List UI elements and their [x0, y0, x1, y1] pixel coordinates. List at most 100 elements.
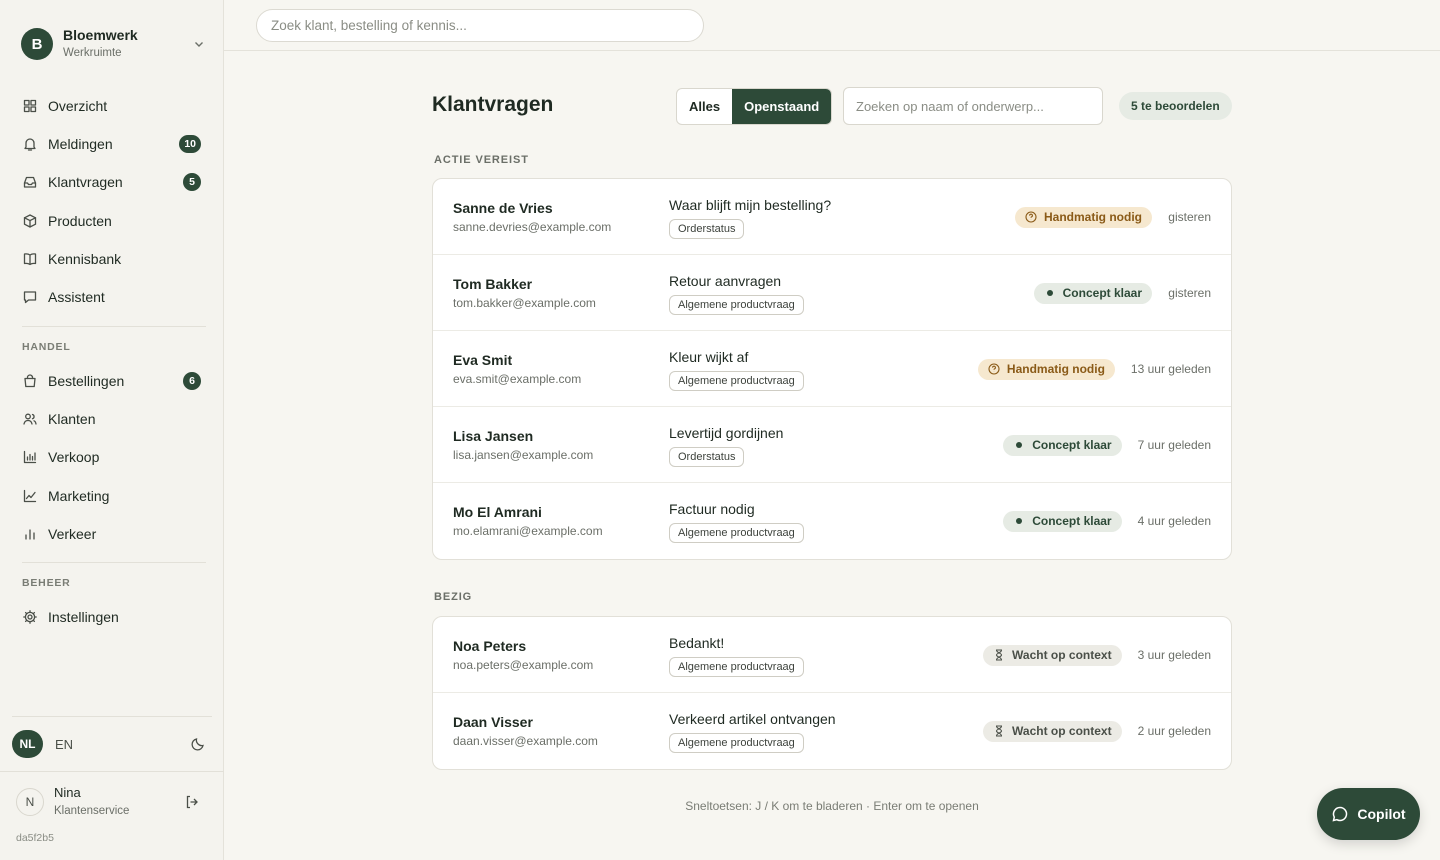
bell-icon: [24, 138, 36, 151]
user-name: Nina: [54, 785, 81, 800]
workspace-name: Bloemwerk: [63, 27, 138, 43]
copilot-button[interactable]: Copilot: [1317, 788, 1420, 840]
shortcut-hint: Sneltoetsen: J / K om te bladeren · Ente…: [685, 799, 979, 813]
lang-en-button[interactable]: EN: [55, 737, 73, 752]
inquiry-row[interactable]: Noa Peters noa.peters@example.com Bedankt!…: [433, 617, 1231, 693]
customer-email: noa.peters@example.com: [453, 658, 594, 672]
customer-email: mo.elamrani@example.com: [453, 524, 603, 538]
status-label: Wacht op context: [1012, 724, 1112, 738]
count-badge: 5: [183, 173, 201, 192]
customer-name: Daan Visser: [453, 714, 533, 730]
inquiry-subject: Levertijd gordijnen: [669, 425, 784, 441]
workspace-subtitle: Werkruimte: [63, 47, 122, 59]
inquiry-subject: Waar blijft mijn bestelling?: [669, 197, 832, 213]
status-dot: [1016, 518, 1023, 524]
sidebar-item-label: Assistent: [48, 289, 105, 305]
timestamp: gisteren: [1168, 210, 1211, 224]
global-search-input[interactable]: [256, 9, 704, 42]
inquiry-list-actie: Sanne de Vries sanne.devries@example.com W…: [432, 178, 1232, 560]
workspace-switcher[interactable]: B Bloemwerk Werkruimte: [21, 27, 207, 60]
help-circle-icon: [988, 363, 1000, 375]
sidebar-divider: [22, 562, 206, 563]
sidebar-item-verkeer[interactable]: Verkeer: [14, 518, 210, 550]
sidebar-item-instellingen[interactable]: Instellingen: [14, 601, 210, 633]
sidebar-item-label: Overzicht: [48, 98, 108, 114]
group-label-bezig: BEZIG: [434, 591, 473, 603]
timestamp: 3 uur geleden: [1137, 648, 1211, 662]
count-badge: 10: [179, 135, 201, 154]
category-tag: Algemene productvraag: [669, 295, 804, 315]
section-label-handel: HANDEL: [22, 341, 71, 353]
sidebar-item-meldingen[interactable]: Meldingen 10: [14, 128, 210, 160]
inquiry-row[interactable]: Eva Smit eva.smit@example.com Kleur wijkt …: [433, 331, 1231, 407]
inbox-icon: [23, 177, 37, 189]
lang-nl-button[interactable]: NL: [12, 730, 43, 758]
group-label-actie: ACTIE VEREIST: [434, 154, 529, 166]
chat-icon: [23, 291, 37, 304]
inquiry-row[interactable]: Lisa Jansen lisa.jansen@example.com Levert…: [433, 407, 1231, 483]
sidebar: B Bloemwerk Werkruimte Overzicht Meldinge…: [0, 0, 224, 860]
sidebar-item-label: Verkoop: [48, 449, 100, 466]
sidebar-divider: [0, 771, 224, 772]
sidebar-item-overzicht[interactable]: Overzicht: [14, 90, 210, 122]
filter-openstaand-button[interactable]: Openstaand: [732, 89, 832, 124]
build-hash: da5f2b5: [16, 832, 54, 844]
status-dot: [1016, 442, 1023, 448]
status-badge: Handmatig nodig: [977, 358, 1115, 380]
sidebar-item-label: Bestellingen: [48, 373, 125, 389]
user-profile: N Nina Klantenservice: [16, 784, 206, 820]
inquiry-row[interactable]: Sanne de Vries sanne.devries@example.com W…: [433, 179, 1231, 255]
category-tag: Orderstatus: [669, 219, 745, 239]
sidebar-item-verkoop[interactable]: Verkoop: [14, 441, 210, 473]
status-badge: Wacht op context: [983, 720, 1122, 742]
stats-icon: [25, 529, 35, 540]
filter-alles-button[interactable]: Alles: [677, 89, 732, 124]
sidebar-item-label: Marketing: [48, 487, 110, 504]
status-badge: Concept klaar: [1003, 510, 1122, 532]
bag-icon: [24, 374, 36, 388]
moon-icon[interactable]: [190, 736, 206, 752]
category-tag: Algemene productvraag: [669, 657, 804, 677]
inquiry-row[interactable]: Daan Visser daan.visser@example.com Verkee…: [433, 693, 1231, 769]
timestamp: gisteren: [1168, 286, 1211, 300]
users-icon: [23, 413, 37, 425]
sidebar-item-label: Verkeer: [48, 525, 97, 542]
sidebar-item-assistent[interactable]: Assistent: [14, 281, 210, 313]
status-label: Handmatig nodig: [1044, 210, 1142, 224]
sidebar-item-klanten[interactable]: Klanten: [14, 403, 210, 435]
inquiry-subject: Kleur wijkt af: [669, 349, 749, 365]
sidebar-item-producten[interactable]: Producten: [14, 205, 210, 237]
sidebar-item-marketing[interactable]: Marketing: [14, 480, 210, 512]
chat-bubble-icon: [1332, 806, 1348, 822]
sidebar-item-kennisbank[interactable]: Kennisbank: [14, 243, 210, 275]
sidebar-item-klantvragen[interactable]: Klantvragen 5: [14, 166, 210, 198]
logout-icon[interactable]: [184, 794, 200, 810]
line-chart-icon: [23, 489, 37, 502]
book-icon: [23, 253, 37, 265]
list-search-input[interactable]: [843, 87, 1103, 125]
inquiry-row[interactable]: Tom Bakker tom.bakker@example.com Retour a…: [433, 255, 1231, 331]
status-label: Handmatig nodig: [1006, 362, 1105, 376]
sidebar-item-label: Klantvragen: [48, 174, 123, 191]
user-role: Klantenservice: [54, 805, 130, 817]
status-badge: Concept klaar: [1003, 434, 1122, 456]
sidebar-item-label: Producten: [48, 212, 112, 229]
copilot-label: Copilot: [1357, 806, 1406, 822]
sidebar-item-bestellingen[interactable]: Bestellingen 6: [14, 365, 210, 397]
inquiry-subject: Bedankt!: [669, 635, 725, 651]
inquiry-row[interactable]: Mo El Amrani mo.elamrani@example.com Factu…: [433, 483, 1231, 559]
gear-icon: [23, 610, 37, 624]
sidebar-item-label: Meldingen: [48, 136, 113, 153]
sidebar-item-label: Klanten: [48, 411, 96, 428]
timestamp: 2 uur geleden: [1137, 724, 1211, 738]
customer-name: Eva Smit: [453, 352, 513, 368]
customer-name: Sanne de Vries: [453, 200, 553, 216]
category-tag: Algemene productvraag: [669, 371, 804, 391]
status-badge: Concept klaar: [1033, 282, 1152, 304]
sidebar-divider: [22, 326, 206, 327]
status-badge: Wacht op context: [983, 644, 1122, 666]
hourglass-icon: [995, 649, 1003, 661]
filter-toggle: Alles Openstaand: [676, 88, 833, 125]
status-label: Wacht op context: [1012, 648, 1112, 662]
category-tag: Algemene productvraag: [669, 523, 804, 543]
